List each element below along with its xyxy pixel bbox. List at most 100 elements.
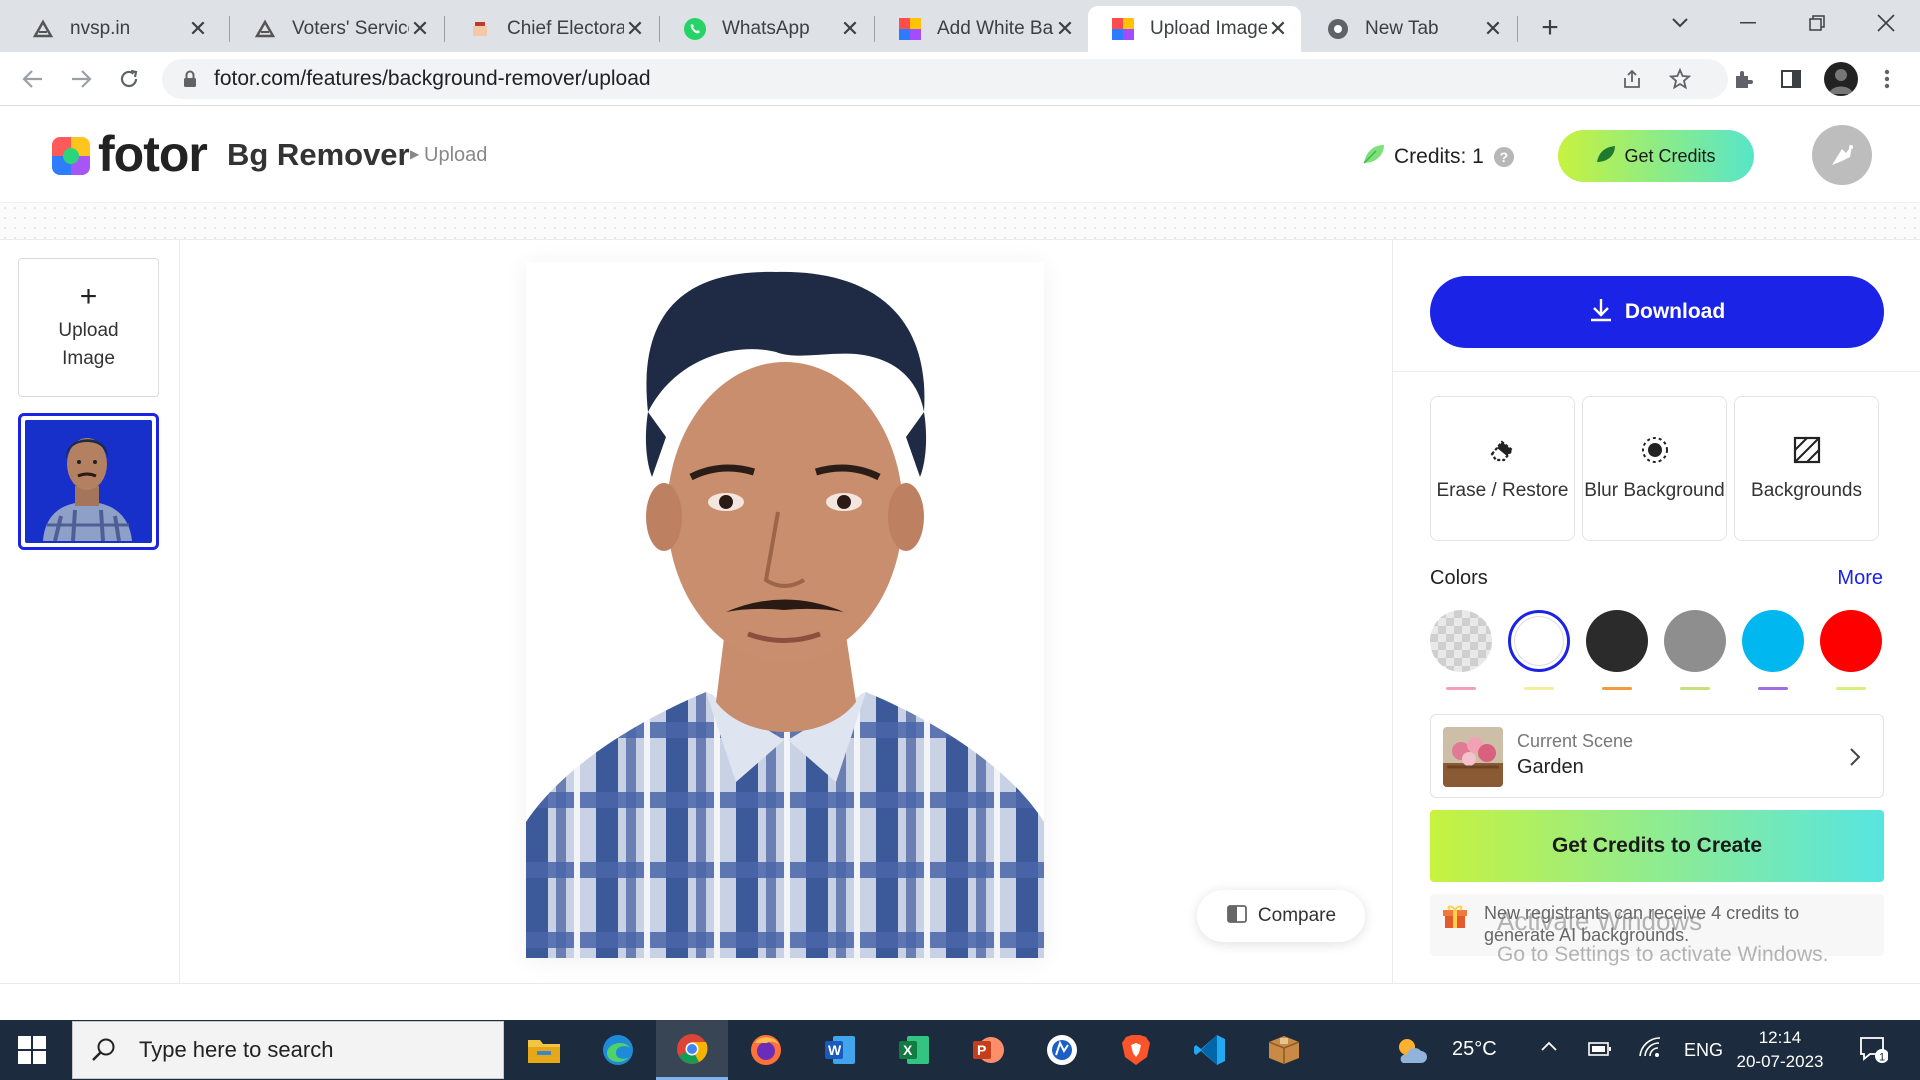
swatch-black[interactable] bbox=[1586, 610, 1648, 672]
tab-title: Voters' Services bbox=[292, 18, 409, 39]
download-label: Download bbox=[1624, 300, 1726, 323]
forward-icon[interactable] bbox=[64, 62, 98, 96]
breadcrumb-arrow-icon: ▶ bbox=[410, 147, 420, 161]
download-icon bbox=[1589, 297, 1613, 328]
side-panel-icon[interactable] bbox=[1776, 64, 1806, 94]
weather-icon[interactable] bbox=[1390, 1020, 1430, 1080]
restore-icon[interactable] bbox=[1797, 8, 1837, 38]
url-text[interactable]: fotor.com/features/background-remover/up… bbox=[214, 67, 651, 91]
logo-wordmark[interactable]: fotor bbox=[98, 125, 208, 183]
tray-chevron-icon[interactable] bbox=[1540, 1036, 1558, 1057]
close-icon[interactable]: ✕ bbox=[1482, 16, 1504, 41]
close-icon[interactable]: ✕ bbox=[1267, 16, 1289, 41]
erase-restore-tool[interactable]: Erase / Restore bbox=[1430, 396, 1575, 541]
swatch-red[interactable] bbox=[1820, 610, 1882, 672]
tab-upload-image[interactable]: Upload Image ✕ bbox=[1088, 6, 1301, 52]
swatch-transparent[interactable] bbox=[1430, 610, 1492, 672]
clock-date: 20-07-2023 bbox=[1736, 1052, 1824, 1071]
tool-label: Blur Background bbox=[1584, 480, 1725, 501]
extensions-icon[interactable] bbox=[1728, 64, 1758, 94]
compare-button[interactable]: Compare bbox=[1197, 890, 1365, 942]
battery-icon[interactable] bbox=[1588, 1040, 1612, 1061]
get-credits-button[interactable]: Get Credits bbox=[1558, 130, 1754, 182]
close-window-icon[interactable] bbox=[1866, 8, 1906, 38]
upload-image-button[interactable]: + Upload Image bbox=[18, 258, 159, 397]
notifications-icon[interactable]: 1 bbox=[1858, 1034, 1889, 1069]
vscode-icon[interactable] bbox=[1174, 1020, 1246, 1080]
close-icon[interactable]: ✕ bbox=[1054, 16, 1076, 41]
tab-title: Chief Electoral bbox=[507, 18, 624, 39]
get-credits-to-create-button[interactable]: Get Credits to Create bbox=[1430, 810, 1884, 882]
blur-background-tool[interactable]: Blur Background bbox=[1582, 396, 1727, 541]
swatch-row-peek bbox=[1680, 687, 1710, 690]
search-placeholder: Type here to search bbox=[139, 1037, 334, 1062]
excel-icon[interactable]: X bbox=[878, 1020, 950, 1080]
swatch-cyan[interactable] bbox=[1742, 610, 1804, 672]
word-icon[interactable]: W bbox=[804, 1020, 876, 1080]
fotor-logo-icon[interactable] bbox=[52, 137, 90, 175]
thumbnail-photo bbox=[25, 420, 152, 543]
taskbar-search-box[interactable]: Type here to search bbox=[72, 1021, 504, 1079]
app-circle-icon[interactable] bbox=[1026, 1020, 1098, 1080]
wifi-icon[interactable] bbox=[1638, 1036, 1662, 1063]
close-icon[interactable]: ✕ bbox=[409, 16, 431, 41]
download-button[interactable]: Download bbox=[1430, 276, 1884, 348]
powerpoint-icon[interactable]: P bbox=[952, 1020, 1024, 1080]
firefox-icon[interactable] bbox=[730, 1020, 802, 1080]
close-icon[interactable]: ✕ bbox=[839, 16, 861, 41]
chrome-browser-icon[interactable] bbox=[656, 1020, 728, 1080]
tab-whatsapp[interactable]: WhatsApp ✕ bbox=[660, 6, 873, 52]
input-language[interactable]: ENG bbox=[1684, 1040, 1723, 1061]
help-icon[interactable]: ? bbox=[1493, 146, 1514, 167]
tab-search-chevron-icon[interactable] bbox=[1660, 8, 1700, 38]
tab-chief-electoral[interactable]: Chief Electoral ✕ bbox=[445, 6, 658, 52]
close-icon[interactable]: ✕ bbox=[624, 16, 646, 41]
chrome-menu-icon[interactable] bbox=[1872, 64, 1902, 94]
bookmark-star-icon[interactable] bbox=[1666, 65, 1694, 93]
eraser-icon bbox=[1486, 433, 1520, 467]
brave-icon[interactable] bbox=[1100, 1020, 1172, 1080]
leaf-icon bbox=[1596, 145, 1616, 168]
activate-windows-watermark: Activate Windows Go to Settings to activ… bbox=[1497, 906, 1829, 970]
colors-heading: Colors bbox=[1430, 567, 1488, 589]
swatch-white-selected[interactable] bbox=[1508, 610, 1570, 672]
search-icon bbox=[91, 1037, 117, 1063]
garden-scene-thumbnail bbox=[1443, 727, 1503, 787]
lock-icon[interactable] bbox=[182, 69, 198, 89]
current-scene-label: Current Scene bbox=[1517, 731, 1634, 751]
swatch-gray[interactable] bbox=[1664, 610, 1726, 672]
tab-new-tab[interactable]: New Tab ✕ bbox=[1303, 6, 1516, 52]
system-clock[interactable]: 12:14 20-07-2023 bbox=[1734, 1026, 1826, 1074]
gift-icon bbox=[1442, 904, 1468, 930]
edge-browser-icon[interactable] bbox=[582, 1020, 654, 1080]
browser-toolbar: fotor.com/features/background-remover/up… bbox=[0, 52, 1920, 106]
chevron-right-icon bbox=[1845, 743, 1865, 771]
current-scene-selector[interactable]: Current Scene Garden bbox=[1430, 714, 1884, 798]
address-bar[interactable]: fotor.com/features/background-remover/up… bbox=[162, 59, 1728, 99]
reload-icon[interactable] bbox=[112, 62, 146, 96]
new-tab-button[interactable]: + bbox=[1534, 11, 1566, 44]
image-thumbnail[interactable] bbox=[18, 413, 159, 550]
windows-start-icon[interactable] bbox=[18, 1036, 46, 1064]
back-icon[interactable] bbox=[16, 62, 50, 96]
more-colors-link[interactable]: More bbox=[1837, 567, 1883, 590]
share-icon[interactable] bbox=[1618, 65, 1646, 93]
backgrounds-tool[interactable]: Backgrounds bbox=[1734, 396, 1879, 541]
chrome-icon bbox=[1325, 16, 1351, 42]
tab-add-white-background[interactable]: Add White Bac ✕ bbox=[875, 6, 1088, 52]
browser-tab-strip: nvsp.in ✕ Voters' Services ✕ Chief Elect… bbox=[0, 0, 1920, 52]
user-avatar[interactable] bbox=[1812, 125, 1872, 185]
credits-text: Credits: 1 bbox=[1394, 144, 1484, 168]
eci-logo-icon bbox=[30, 16, 56, 42]
svg-text:W: W bbox=[828, 1042, 842, 1058]
minimize-icon[interactable] bbox=[1728, 8, 1768, 38]
create-label: Get Credits to Create bbox=[1551, 834, 1763, 857]
backgrounds-icon bbox=[1790, 433, 1824, 467]
close-icon[interactable]: ✕ bbox=[187, 16, 209, 41]
file-explorer-icon[interactable] bbox=[508, 1020, 580, 1080]
tab-nvsp[interactable]: nvsp.in ✕ bbox=[8, 6, 221, 52]
tab-voters-services[interactable]: Voters' Services ✕ bbox=[230, 6, 443, 52]
panel-divider bbox=[1393, 371, 1920, 372]
package-box-icon[interactable] bbox=[1248, 1020, 1320, 1080]
profile-avatar[interactable] bbox=[1824, 62, 1858, 96]
